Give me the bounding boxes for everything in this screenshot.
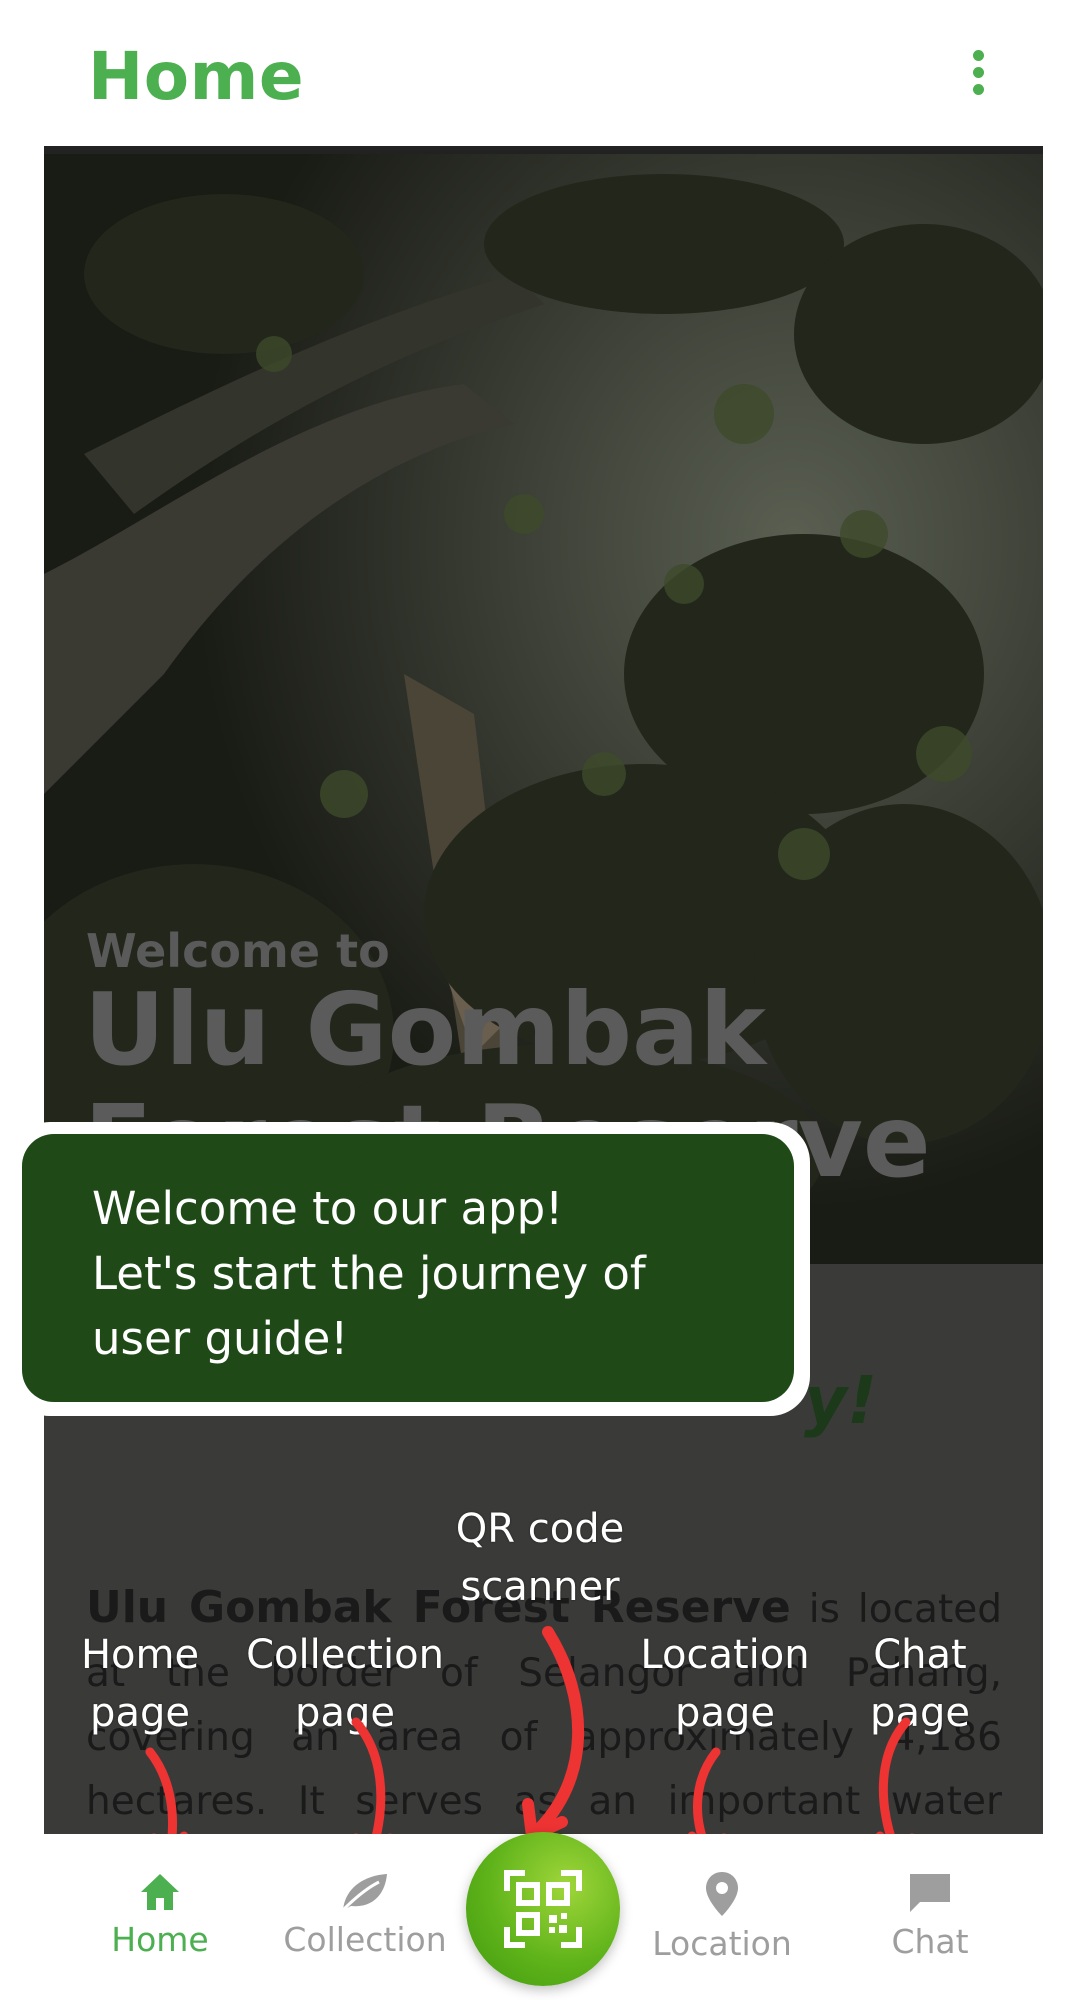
nav-chat-label: Chat <box>891 1922 969 1961</box>
map-pin-icon <box>706 1872 738 1916</box>
chat-bubble-icon <box>910 1874 950 1912</box>
nav-home-label: Home <box>111 1920 209 1959</box>
qr-code-icon <box>504 1870 582 1948</box>
qr-scanner-button[interactable] <box>466 1832 620 1986</box>
nav-home[interactable]: Home <box>70 1870 250 1959</box>
nav-collection-label: Collection <box>283 1920 447 1959</box>
nav-collection[interactable]: Collection <box>275 1870 455 1959</box>
leaf-icon <box>341 1874 387 1912</box>
nav-chat[interactable]: Chat <box>840 1870 1020 1961</box>
nav-location[interactable]: Location <box>632 1870 812 1963</box>
guide-arrows <box>145 1626 917 1861</box>
nav-location-label: Location <box>652 1924 792 1963</box>
home-icon <box>141 1874 179 1910</box>
